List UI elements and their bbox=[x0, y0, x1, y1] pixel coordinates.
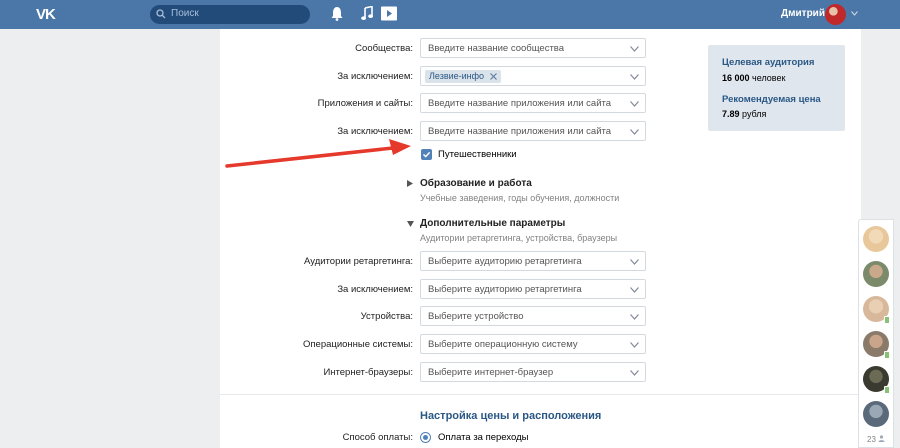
extra-params-title[interactable]: Дополнительные параметры bbox=[420, 218, 565, 229]
target-audience-title: Целевая аудитория bbox=[722, 57, 815, 68]
browsers-select[interactable]: Выберите интернет-браузер bbox=[420, 362, 646, 382]
online-indicator-icon bbox=[884, 316, 890, 324]
user-name[interactable]: Дмитрий bbox=[781, 8, 825, 19]
payment-method-label: Способ оплаты: bbox=[342, 432, 413, 443]
search-placeholder: Поиск bbox=[171, 8, 199, 19]
target-audience-unit: человек bbox=[752, 73, 786, 83]
retargeting-label: Аудитории ретаргетинга: bbox=[304, 256, 413, 267]
chevron-down-icon bbox=[630, 259, 639, 265]
apps-exclude-select[interactable]: Введите название приложения или сайта bbox=[420, 121, 646, 141]
collapse-down-icon[interactable] bbox=[407, 221, 414, 227]
chevron-down-icon bbox=[630, 74, 639, 80]
recommended-price-number: 7.89 bbox=[722, 109, 740, 119]
online-indicator-icon bbox=[884, 386, 890, 394]
user-avatar[interactable] bbox=[825, 4, 846, 25]
apps-label: Приложения и сайты: bbox=[317, 98, 413, 109]
music-icon[interactable] bbox=[361, 6, 373, 21]
selected-tag[interactable]: Лезвие-инфо bbox=[425, 70, 502, 83]
communities-placeholder: Введите название сообщества bbox=[428, 43, 565, 54]
education-section-subtitle: Учебные заведения, годы обучения, должно… bbox=[420, 193, 620, 203]
chevron-down-icon bbox=[630, 101, 639, 107]
os-select[interactable]: Выберите операционную систему bbox=[420, 334, 646, 354]
online-indicator-icon bbox=[884, 351, 890, 359]
chevron-down-icon bbox=[630, 314, 639, 320]
apps-exclude-label: За исключением: bbox=[337, 126, 413, 137]
friend-avatar[interactable] bbox=[863, 401, 889, 427]
browsers-label: Интернет-браузеры: bbox=[323, 367, 413, 378]
retargeting-exclude-label: За исключением: bbox=[337, 284, 413, 295]
retargeting-exclude-select[interactable]: Выберите аудиторию ретаргетинга bbox=[420, 279, 646, 299]
checkmark-icon bbox=[422, 151, 431, 158]
price-settings-heading: Настройка цены и расположения bbox=[420, 410, 602, 422]
communities-exclude-label: За исключением: bbox=[337, 71, 413, 82]
chevron-down-icon bbox=[630, 129, 639, 135]
pay-per-click-label[interactable]: Оплата за переходы bbox=[438, 432, 528, 443]
retargeting-placeholder: Выберите аудиторию ретаргетинга bbox=[428, 256, 582, 267]
communities-label: Сообщества: bbox=[355, 43, 413, 54]
retargeting-select[interactable]: Выберите аудиторию ретаргетинга bbox=[420, 251, 646, 271]
person-icon bbox=[878, 435, 885, 442]
os-label: Операционные системы: bbox=[303, 339, 413, 350]
travelers-checkbox-label[interactable]: Путешественники bbox=[438, 149, 517, 160]
friend-avatar[interactable] bbox=[863, 261, 889, 287]
retargeting-exclude-placeholder: Выберите аудиторию ретаргетинга bbox=[428, 284, 582, 295]
apps-placeholder: Введите название приложения или сайта bbox=[428, 98, 612, 109]
friends-online-count[interactable]: 23 bbox=[867, 435, 885, 444]
education-section-title[interactable]: Образование и работа bbox=[420, 178, 532, 189]
close-icon[interactable] bbox=[490, 73, 497, 80]
video-icon[interactable] bbox=[381, 6, 397, 21]
extra-params-subtitle: Аудитории ретаргетинга, устройства, брау… bbox=[420, 233, 618, 243]
chevron-down-icon[interactable] bbox=[851, 11, 858, 16]
communities-exclude-select[interactable]: Лезвие-инфо bbox=[420, 66, 646, 86]
search-input[interactable]: Поиск bbox=[150, 5, 310, 24]
bell-icon[interactable] bbox=[331, 6, 343, 21]
target-audience-number: 16 000 bbox=[722, 73, 750, 83]
recommended-price-title: Рекомендуемая цена bbox=[722, 94, 821, 105]
apps-exclude-placeholder: Введите название приложения или сайта bbox=[428, 126, 612, 137]
devices-placeholder: Выберите устройство bbox=[428, 311, 524, 322]
audience-info-box: Целевая аудитория 16 000 человек Рекомен… bbox=[708, 45, 845, 131]
red-arrow-annotation bbox=[225, 139, 411, 168]
section-divider bbox=[220, 394, 861, 395]
search-icon bbox=[156, 9, 166, 19]
chevron-down-icon bbox=[630, 370, 639, 376]
friend-avatar[interactable] bbox=[863, 226, 889, 252]
apps-select[interactable]: Введите название приложения или сайта bbox=[420, 93, 646, 113]
recommended-price-value: 7.89 рубля bbox=[722, 109, 766, 119]
travelers-checkbox[interactable] bbox=[421, 149, 432, 160]
browsers-placeholder: Выберите интернет-браузер bbox=[428, 367, 554, 378]
devices-select[interactable]: Выберите устройство bbox=[420, 306, 646, 326]
os-placeholder: Выберите операционную систему bbox=[428, 339, 578, 350]
devices-label: Устройства: bbox=[360, 311, 413, 322]
vk-logo[interactable]: VK bbox=[36, 6, 62, 23]
pay-per-click-radio[interactable] bbox=[420, 432, 431, 443]
friends-count-value: 23 bbox=[867, 435, 876, 444]
expand-right-icon[interactable] bbox=[407, 180, 413, 187]
chevron-down-icon bbox=[630, 287, 639, 293]
friends-panel: 23 bbox=[858, 219, 894, 448]
chevron-down-icon bbox=[630, 342, 639, 348]
recommended-price-unit: рубля bbox=[742, 109, 767, 119]
communities-select[interactable]: Введите название сообщества bbox=[420, 38, 646, 58]
chevron-down-icon bbox=[630, 46, 639, 52]
target-audience-value: 16 000 человек bbox=[722, 73, 785, 83]
top-bar: VK Поиск Дмитрий bbox=[0, 0, 900, 29]
tag-label: Лезвие-инфо bbox=[429, 71, 485, 81]
